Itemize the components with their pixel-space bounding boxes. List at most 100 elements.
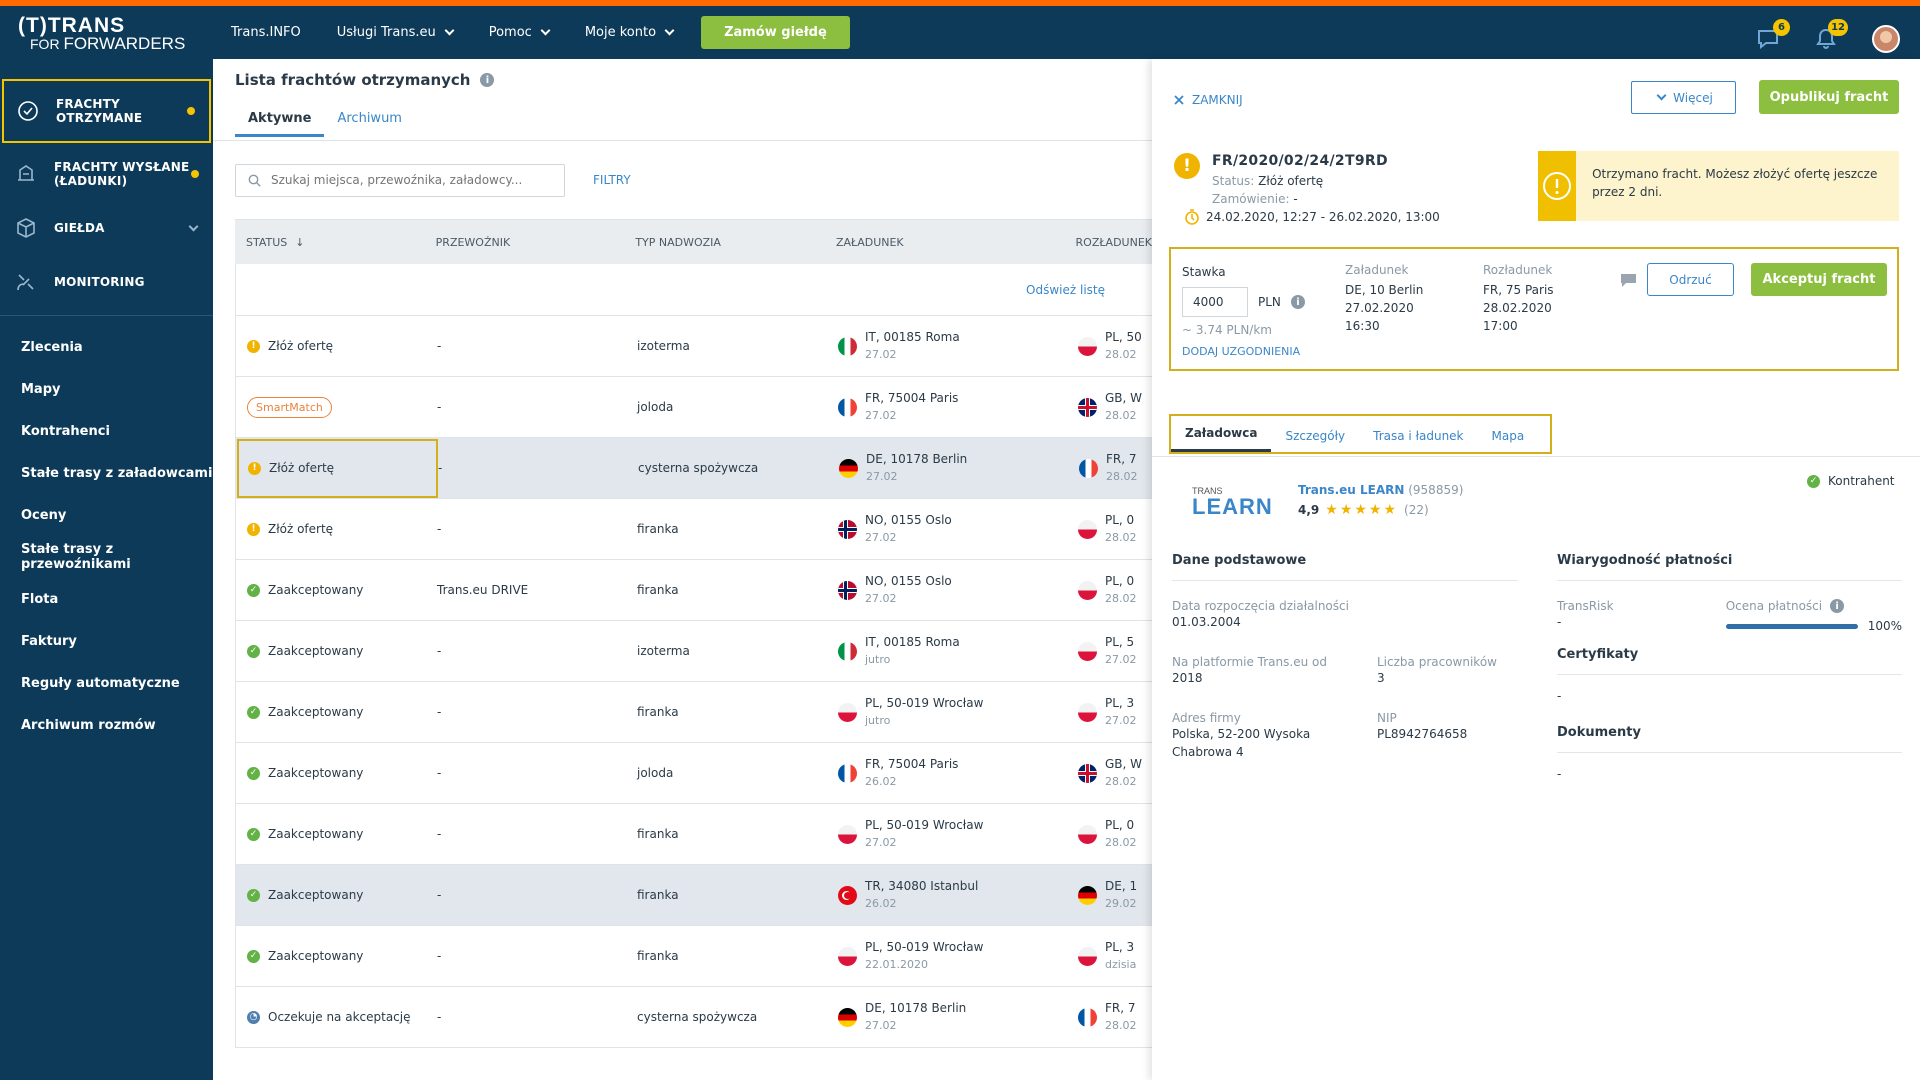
messages-button[interactable]: 6 [1756,18,1790,51]
loading-label: Załadunek [1345,263,1409,277]
nav-trans-info[interactable]: Trans.INFO [213,25,319,40]
reviews-count[interactable]: (22) [1404,500,1429,520]
order-exchange-button[interactable]: Zamów giełdę [701,16,850,49]
sidebar-item-gielda[interactable]: GIEŁDA [0,207,213,249]
nav-label: Moje konto [584,25,657,40]
table-row[interactable]: SmartMatch - joloda FR, 75004 Paris 27.02 GB,… [235,377,1152,438]
search-input[interactable] [271,173,551,187]
warning-icon: ! [247,522,260,536]
trans-logo[interactable]: (T)TRANS FOR FORWARDERS [0,6,213,59]
refresh-list-link[interactable]: Odśwież listę [1026,283,1105,297]
accept-freight-button[interactable]: Akceptuj fracht [1751,263,1887,296]
flag-pl-icon [1078,641,1097,661]
column-header-body-type[interactable]: TYP NADWOZIA [635,236,836,249]
payment-score-bar-row: 100% [1725,617,1902,635]
unloading-place: PL, 0 [1105,574,1135,588]
rate-label: Stawka [1182,265,1226,279]
unloading-place: FR, 75 Paris [1483,283,1554,297]
warning-icon: ! [247,339,260,353]
sidebar-item-frachty-otrzymane[interactable]: FRACHTY OTRZYMANE [2,79,211,143]
table-row[interactable]: ✓ Zaakceptowany - joloda FR, 75004 Paris 26.0… [235,743,1152,804]
tab-trasa-i-ladunek[interactable]: Trasa i ładunek [1359,429,1477,452]
tab-archiwum[interactable]: Archiwum [324,111,415,137]
reject-button[interactable]: Odrzuć [1647,263,1734,296]
publish-freight-button[interactable]: Opublikuj fracht [1759,80,1899,114]
status-cell: ! Złóż ofertę [248,461,334,475]
transrisk-label: TransRisk [1557,599,1614,613]
loading-cell: FR, 75004 Paris 27.02 [838,390,1078,424]
payment-score-fill [1725,623,1858,629]
table-row[interactable]: ✓ Zaakceptowany - firanka TR, 34080 Istanbul… [235,865,1152,926]
label-line2: (ŁADUNKI) [54,174,128,188]
table-row[interactable]: ✓ Zaakceptowany - izoterma IT, 00185 Roma jut… [235,621,1152,682]
flag-pl-icon [1078,336,1097,356]
sidebar-link-reguly[interactable]: Reguły automatyczne [0,662,213,704]
sidebar-item-frachty-wyslane[interactable]: FRACHTY WYSŁANE (ŁADUNKI) [0,153,213,195]
sidebar-item-label: FRACHTY OTRZYMANE [56,97,142,125]
search-box [235,163,565,197]
table-row[interactable]: ✓ Zaakceptowany - firanka PL, 50-019 Wrocław… [235,926,1152,987]
add-agreements-link[interactable]: DODAJ UZGODNIENIA [1182,345,1300,358]
sidebar-link-mapy[interactable]: Mapy [0,368,213,410]
carrier-cell: Trans.eu DRIVE [437,583,529,597]
user-avatar[interactable] [1872,24,1900,53]
filters-link[interactable]: FILTRY [593,173,631,187]
tab-zaladowca[interactable]: Załadowca [1171,426,1272,452]
notifications-button[interactable]: 12 [1814,18,1848,51]
body-type-cell: joloda [637,400,674,414]
sidebar-item-label: MONITORING [54,275,145,289]
column-header-loading[interactable]: ZAŁADUNEK [836,236,1076,249]
flag-pl-icon [1078,702,1097,722]
close-button[interactable]: ZAMKNIJ [1174,93,1243,107]
more-dropdown-button[interactable]: Więcej [1631,81,1736,114]
sidebar-link-zlecenia[interactable]: Zlecenia [0,326,213,368]
sidebar-link-flota[interactable]: Flota [0,578,213,620]
sidebar-link-stale-trasy-przewoznicy[interactable]: Stałe trasy z przewoźnikami [0,536,213,578]
table-row[interactable]: ◔ Oczekuje na akceptację - cysterna spożywc… [235,987,1152,1048]
table-row[interactable]: ✓ Zaakceptowany - firanka PL, 50-019 Wrocław… [235,682,1152,743]
loading-date: 26.02 [865,775,897,788]
sidebar-item-monitoring[interactable]: MONITORING [0,261,213,303]
column-header-status[interactable]: STATUS ↓ [235,236,436,249]
nav-pomoc[interactable]: Pomoc [471,25,567,40]
sidebar-link-faktury[interactable]: Faktury [0,620,213,662]
rate-input[interactable] [1182,287,1248,317]
sidebar-link-archiwum-rozmow[interactable]: Archiwum rozmów [0,704,213,746]
tab-szczegoly[interactable]: Szczegóły [1271,429,1359,452]
offer-box: Stawka PLN i ~ 3.74 PLN/km DODAJ UZGODNI… [1169,247,1899,371]
column-header-carrier[interactable]: PRZEWOŹNIK [436,236,636,249]
nip-label: NIP [1377,711,1397,725]
flag-fr-icon [838,397,857,417]
smartmatch-badge[interactable]: SmartMatch [247,396,332,418]
loading-place: DE, 10178 Berlin [865,1001,967,1015]
sidebar-link-stale-trasy-zaladowcy[interactable]: Stałe trasy z załadowcami [0,452,213,494]
rate-input-row: PLN i [1182,287,1305,317]
transrisk: TransRisk - [1557,599,1726,635]
sidebar-link-oceny[interactable]: Oceny [0,494,213,536]
column-header-unloading[interactable]: ROZŁADUNEK [1076,236,1152,249]
unloading-date: 28.02 [1105,531,1137,544]
table-row[interactable]: ✓ Zaakceptowany Trans.eu DRIVE firanka NO, 0… [235,560,1152,621]
table-row[interactable]: ! Złóż ofertę - firanka NO, 0155 Oslo 27.02 PL… [235,499,1152,560]
info-icon[interactable]: i [480,73,495,87]
flag-tr-icon [838,885,857,905]
comment-icon[interactable] [1620,273,1637,288]
nav-moje-konto[interactable]: Moje konto [567,25,691,40]
tab-aktywne[interactable]: Aktywne [235,111,325,137]
table-row[interactable]: ! Złóż ofertę - cysterna spożywcza DE, 10178… [235,438,1152,499]
box-icon [14,216,38,240]
status-cell: ! Złóż ofertę [247,339,333,353]
table-row[interactable]: ! Złóż ofertę - izoterma IT, 00185 Roma 27.02… [235,316,1152,377]
freight-order-line: Zamówienie: - [1212,190,1440,208]
table-row[interactable]: ✓ Zaakceptowany - firanka PL, 50-019 Wrocław… [235,804,1152,865]
info-icon[interactable]: i [1830,599,1845,613]
tab-mapa[interactable]: Mapa [1478,429,1539,452]
nav-uslugi[interactable]: Usługi Trans.eu [319,25,471,40]
table-header: STATUS ↓ PRZEWOŹNIK TYP NADWOZIA ZAŁADUNE… [235,219,1152,264]
carrier-cell: - [437,1010,442,1024]
offer-notice: Otrzymano fracht. Możesz złożyć ofertę j… [1538,151,1899,221]
info-icon[interactable]: i [1290,295,1305,309]
company-name-link[interactable]: Trans.eu LEARN [1298,483,1404,497]
sidebar-link-kontrahenci[interactable]: Kontrahenci [0,410,213,452]
status-column: ✓ Zaakceptowany [236,766,437,780]
